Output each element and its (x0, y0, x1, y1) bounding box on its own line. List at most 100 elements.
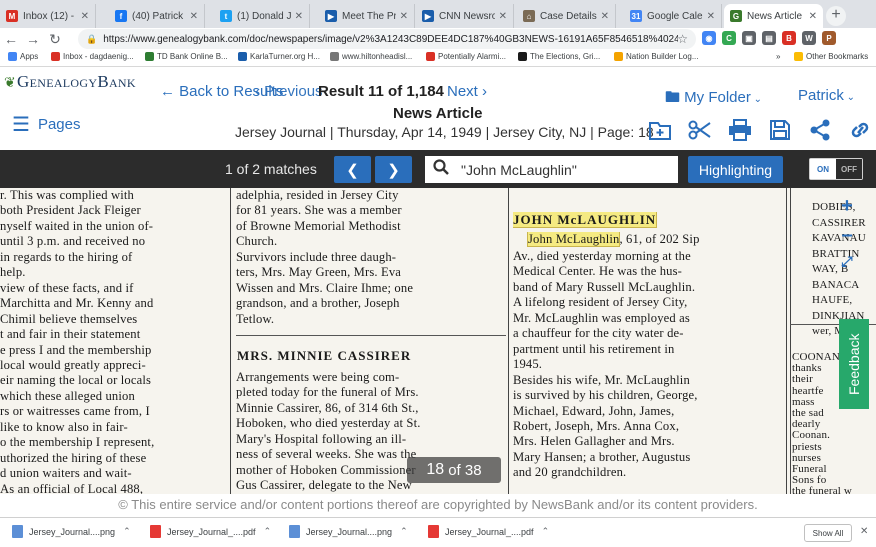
newspaper-text-line: Hoboken, who died yesterday at St. (236, 416, 421, 431)
browser-tab[interactable]: 31 Google Calendar - ✕ (624, 4, 722, 28)
newspaper-text-line: A lifelong resident of Jersey City, (513, 295, 688, 310)
bookmark-icon (330, 52, 339, 61)
bookmark-item[interactable]: » (776, 52, 780, 61)
close-icon[interactable]: ✕ (860, 526, 868, 537)
document-type: News Article (393, 105, 483, 122)
browser-tab[interactable]: ▶ Meet The Pre ✕ (319, 4, 415, 28)
genealogybank-logo[interactable]: ❦GenealogyBank (4, 72, 136, 92)
highlight-toggle[interactable]: ON OFF (809, 158, 863, 180)
tab-close-icon[interactable]: ✕ (81, 11, 89, 22)
next-label: Next (447, 83, 478, 100)
tab-close-icon[interactable]: ✕ (499, 11, 507, 22)
extension-icon[interactable]: P (822, 31, 836, 45)
newspaper-text-line: Michael, Edward, John, James, (513, 403, 675, 418)
newspaper-text-line: Mary's Hospital following an ill- (236, 431, 407, 446)
clip-scissors-icon[interactable] (686, 117, 714, 143)
previous-match-button[interactable]: ❮ (334, 156, 371, 183)
tab-close-icon[interactable]: ✕ (295, 11, 303, 22)
chevron-down-icon: ⌄ (750, 94, 763, 105)
search-field[interactable] (425, 156, 678, 183)
browser-tab[interactable]: ⌂ Case Details - Che ✕ (517, 4, 616, 28)
extension-icon[interactable]: B (782, 31, 796, 45)
link-icon[interactable] (846, 117, 874, 143)
extension-icon[interactable]: W (802, 31, 816, 45)
user-menu[interactable]: Patrick ⌄ (798, 87, 855, 104)
my-folder-menu[interactable]: 🖿 My Folder ⌄ (665, 87, 762, 112)
bookmark-item[interactable]: The Elections, Gri... (518, 52, 600, 61)
newspaper-text-line: Marchitta and Mr. Kenny and (0, 296, 154, 311)
newspaper-text-line: Tetlow. (236, 311, 275, 326)
bookmark-item[interactable]: Other Bookmarks (794, 52, 868, 61)
newspaper-page-image[interactable]: r. This was complied with both President … (0, 188, 876, 494)
bookmark-label: TD Bank Online B... (157, 52, 228, 61)
chevron-up-icon[interactable]: ⌃ (400, 526, 408, 537)
fullscreen-icon[interactable]: ⤢ (834, 253, 860, 270)
browser-tab[interactable]: t (1) Donald J. Trum ✕ (214, 4, 310, 28)
pages-label: Pages (37, 116, 81, 133)
highlighting-button[interactable]: Highlighting (688, 156, 783, 183)
extension-icons: ◉ C ▣ ▤ B W P (702, 31, 836, 45)
newspaper-text-line: eir naming the local or locals (0, 373, 152, 388)
download-item[interactable]: Jersey_Journal....png ⌃ (12, 525, 131, 538)
browser-tab[interactable]: f (40) Patrick McLa ✕ (109, 4, 205, 28)
mclaughlin-first-line: John McLaughlin, 61, of 202 Sip (513, 232, 788, 247)
chevron-up-icon[interactable]: ⌃ (542, 526, 550, 537)
back-arrow-icon[interactable]: ← (0, 31, 22, 47)
extension-icon[interactable]: ▣ (742, 31, 756, 45)
tab-close-icon[interactable]: ✕ (707, 11, 715, 22)
download-item[interactable]: Jersey_Journal_....pdf ⌃ (428, 525, 549, 538)
tab-favicon-icon: 31 (630, 10, 642, 22)
bookmark-item[interactable]: KarlaTurner.org H... (238, 52, 320, 61)
logo-text: GenealogyBank (17, 72, 136, 91)
bookmark-item[interactable]: Apps (8, 52, 38, 61)
download-item[interactable]: Jersey_Journal....png ⌃ (289, 525, 408, 538)
newspaper-text-line: Medical Center. He was the hus- (513, 264, 683, 279)
bookmark-item[interactable]: Potentially Alarmi... (426, 52, 506, 61)
browser-tab[interactable]: G News Article ✕ (724, 4, 823, 28)
download-filename: Jersey_Journal....png (29, 526, 116, 537)
next-match-button[interactable]: ❯ (375, 156, 412, 183)
print-icon[interactable] (726, 117, 754, 143)
column-rule (790, 188, 791, 494)
tab-close-icon[interactable]: ✕ (601, 11, 609, 22)
address-bar[interactable]: 🔒 https://www.genealogybank.com/doc/news… (78, 29, 696, 49)
bookmark-label: Nation Builder Log... (626, 52, 699, 61)
newspaper-text-line: Coonan. (792, 429, 831, 442)
save-disk-icon[interactable] (766, 117, 794, 143)
bookmark-item[interactable]: www.hiltonheadisl... (330, 52, 412, 61)
reload-icon[interactable]: ↻ (44, 31, 66, 48)
bookmark-icon (614, 52, 623, 61)
bookmark-star-icon[interactable]: ☆ (677, 32, 688, 46)
extension-icon[interactable]: ▤ (762, 31, 776, 45)
bookmark-item[interactable]: TD Bank Online B... (145, 52, 228, 61)
next-result-link[interactable]: Next › (447, 83, 487, 100)
chevron-up-icon[interactable]: ⌃ (123, 526, 131, 537)
toggle-off-label: OFF (836, 159, 862, 179)
tab-close-icon[interactable]: ✕ (809, 11, 817, 22)
new-tab-button[interactable]: + (826, 6, 846, 26)
add-to-folder-icon[interactable] (646, 117, 674, 143)
chevron-up-icon[interactable]: ⌃ (264, 526, 272, 537)
extension-icon[interactable]: C (722, 31, 736, 45)
feedback-tab[interactable]: Feedback (839, 319, 869, 409)
share-icon[interactable] (806, 117, 834, 143)
newspaper-text-line: and 20 grandchildren. (513, 465, 627, 480)
show-all-downloads-button[interactable]: Show All (804, 524, 852, 542)
zoom-in-icon[interactable]: + (834, 195, 860, 218)
newspaper-text-line: like to know also in fair- (0, 419, 128, 434)
browser-tab[interactable]: ▶ CNN Newsroom W ✕ (416, 4, 514, 28)
zoom-out-icon[interactable]: – (834, 224, 860, 247)
tab-close-icon[interactable]: ✕ (190, 11, 198, 22)
search-input[interactable] (461, 161, 661, 178)
bookmark-icon (145, 52, 154, 61)
extension-icon[interactable]: ◉ (702, 31, 716, 45)
bookmark-item[interactable]: Nation Builder Log... (614, 52, 699, 61)
forward-arrow-icon[interactable]: → (22, 31, 44, 47)
previous-result-link[interactable]: ‹ Previous (255, 83, 323, 100)
download-item[interactable]: Jersey_Journal_....pdf ⌃ (150, 525, 271, 538)
browser-tab[interactable]: M Inbox (12) - dagda ✕ (0, 4, 96, 28)
bookmark-item[interactable]: Inbox - dagdaenig... (51, 52, 134, 61)
tab-close-icon[interactable]: ✕ (400, 11, 408, 22)
bookmark-label: KarlaTurner.org H... (250, 52, 320, 61)
pages-button[interactable]: ☰ Pages (12, 112, 80, 137)
